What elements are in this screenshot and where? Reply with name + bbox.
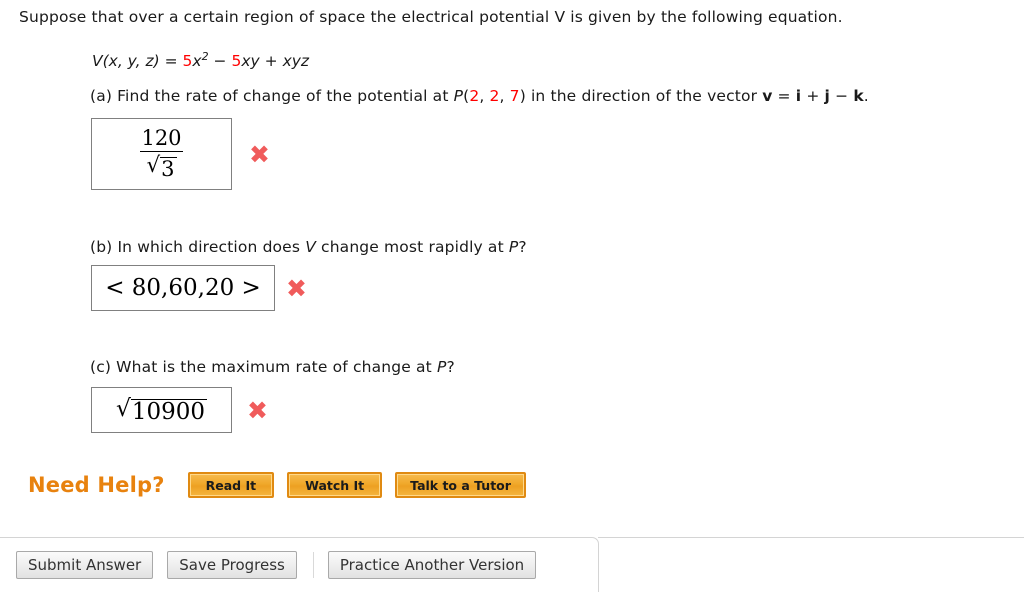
part-a-point-name: P — [453, 87, 464, 105]
problem-statement: Suppose that over a certain region of sp… — [19, 8, 843, 26]
part-a-vector-minus: − — [830, 87, 854, 105]
part-a-answer-box[interactable]: 120 √ 3 — [91, 118, 232, 190]
sqrt-icon: √ 10900 — [115, 393, 208, 425]
need-help-title: Need Help? — [28, 473, 165, 497]
incorrect-icon: ✖ — [247, 395, 268, 425]
equation-exponent-1: 2 — [201, 50, 209, 63]
equation-operator-2: + — [264, 52, 278, 71]
radicand: 10900 — [130, 398, 208, 425]
part-a-text-2: in the direction of the vector — [525, 87, 763, 105]
practice-another-version-button[interactable]: Practice Another Version — [327, 551, 537, 579]
part-b-answer-row: < 80,60,20 > ✖ — [91, 265, 307, 311]
part-a-vector-equals: = — [772, 87, 796, 105]
part-a-vector-k: k — [853, 87, 864, 105]
incorrect-icon: ✖ — [249, 139, 270, 169]
watch-it-button[interactable]: Watch It — [287, 472, 383, 498]
part-a-answer-row: 120 √ 3 ✖ — [91, 118, 270, 190]
equation-term-1: x — [192, 52, 202, 71]
talk-to-a-tutor-button[interactable]: Talk to a Tutor — [395, 472, 526, 498]
part-a-point-sep-2: , — [499, 87, 510, 105]
submit-answer-button[interactable]: Submit Answer — [16, 551, 154, 579]
read-it-label: Read It — [205, 477, 257, 493]
watch-it-label: Watch It — [305, 477, 365, 493]
radicand: 3 — [160, 157, 177, 181]
part-c-question: (c) What is the maximum rate of change a… — [90, 357, 455, 377]
part-a-point-y: 2 — [489, 87, 500, 105]
part-c-text-end: ? — [446, 358, 455, 376]
read-it-button[interactable]: Read It — [187, 472, 275, 498]
part-c-text-1: (c) What is the maximum rate of change a… — [90, 358, 437, 376]
incorrect-icon: ✖ — [286, 273, 307, 303]
equation-equals: = — [159, 52, 183, 71]
sqrt-icon: √ 3 — [146, 153, 177, 181]
equation-term-3: xyz — [282, 52, 310, 71]
bottom-toolbar: Submit Answer Save Progress Practice Ano… — [0, 537, 599, 592]
part-b-text-2: change most rapidly at — [315, 238, 509, 256]
part-a-text-1: (a) Find the rate of change of the poten… — [90, 87, 454, 105]
part-a-vector-plus: + — [801, 87, 825, 105]
part-c-answer-row: √ 10900 ✖ — [91, 387, 268, 433]
fraction-120-over-sqrt3: 120 √ 3 — [135, 128, 187, 180]
need-help-bar: Need Help? Read It Watch It Talk to a Tu… — [28, 472, 539, 498]
part-b-text-end: ? — [518, 238, 527, 256]
talk-to-a-tutor-label: Talk to a Tutor — [410, 477, 511, 493]
part-a-question: (a) Find the rate of change of the poten… — [90, 86, 869, 106]
part-b-point: P — [508, 238, 519, 256]
part-a-point-z: 7 — [509, 87, 520, 105]
part-a-vector-v: v — [762, 87, 773, 105]
part-c-answer-box[interactable]: √ 10900 — [91, 387, 232, 433]
part-b-variable: V — [305, 238, 316, 256]
fraction-denominator: √ 3 — [140, 151, 183, 181]
equation-operator-1-glyph: − — [213, 52, 227, 71]
part-a-point-x: 2 — [469, 87, 480, 105]
part-a-point-sep-1: , — [479, 87, 490, 105]
toolbar-divider-rule — [598, 537, 1024, 538]
radical-sign: √ — [146, 153, 161, 178]
part-b-answer-box[interactable]: < 80,60,20 > — [91, 265, 275, 311]
radical-sign: √ — [115, 393, 131, 422]
save-progress-button[interactable]: Save Progress — [167, 551, 297, 579]
potential-equation: V(x, y, z) = 5x2 − 5xy + xyz — [92, 46, 309, 72]
part-a-text-end: . — [863, 87, 869, 105]
part-b-text-1: (b) In which direction does — [90, 238, 306, 256]
toolbar-separator — [312, 552, 314, 578]
equation-lhs: V(x, y, z) — [92, 52, 160, 71]
fraction-numerator: 120 — [141, 126, 182, 150]
equation-coefficient-1: 5 — [182, 52, 193, 71]
part-b-question: (b) In which direction does V change mos… — [90, 237, 527, 257]
equation-coefficient-2: 5 — [231, 52, 242, 71]
equation-term-2: xy — [241, 52, 260, 71]
